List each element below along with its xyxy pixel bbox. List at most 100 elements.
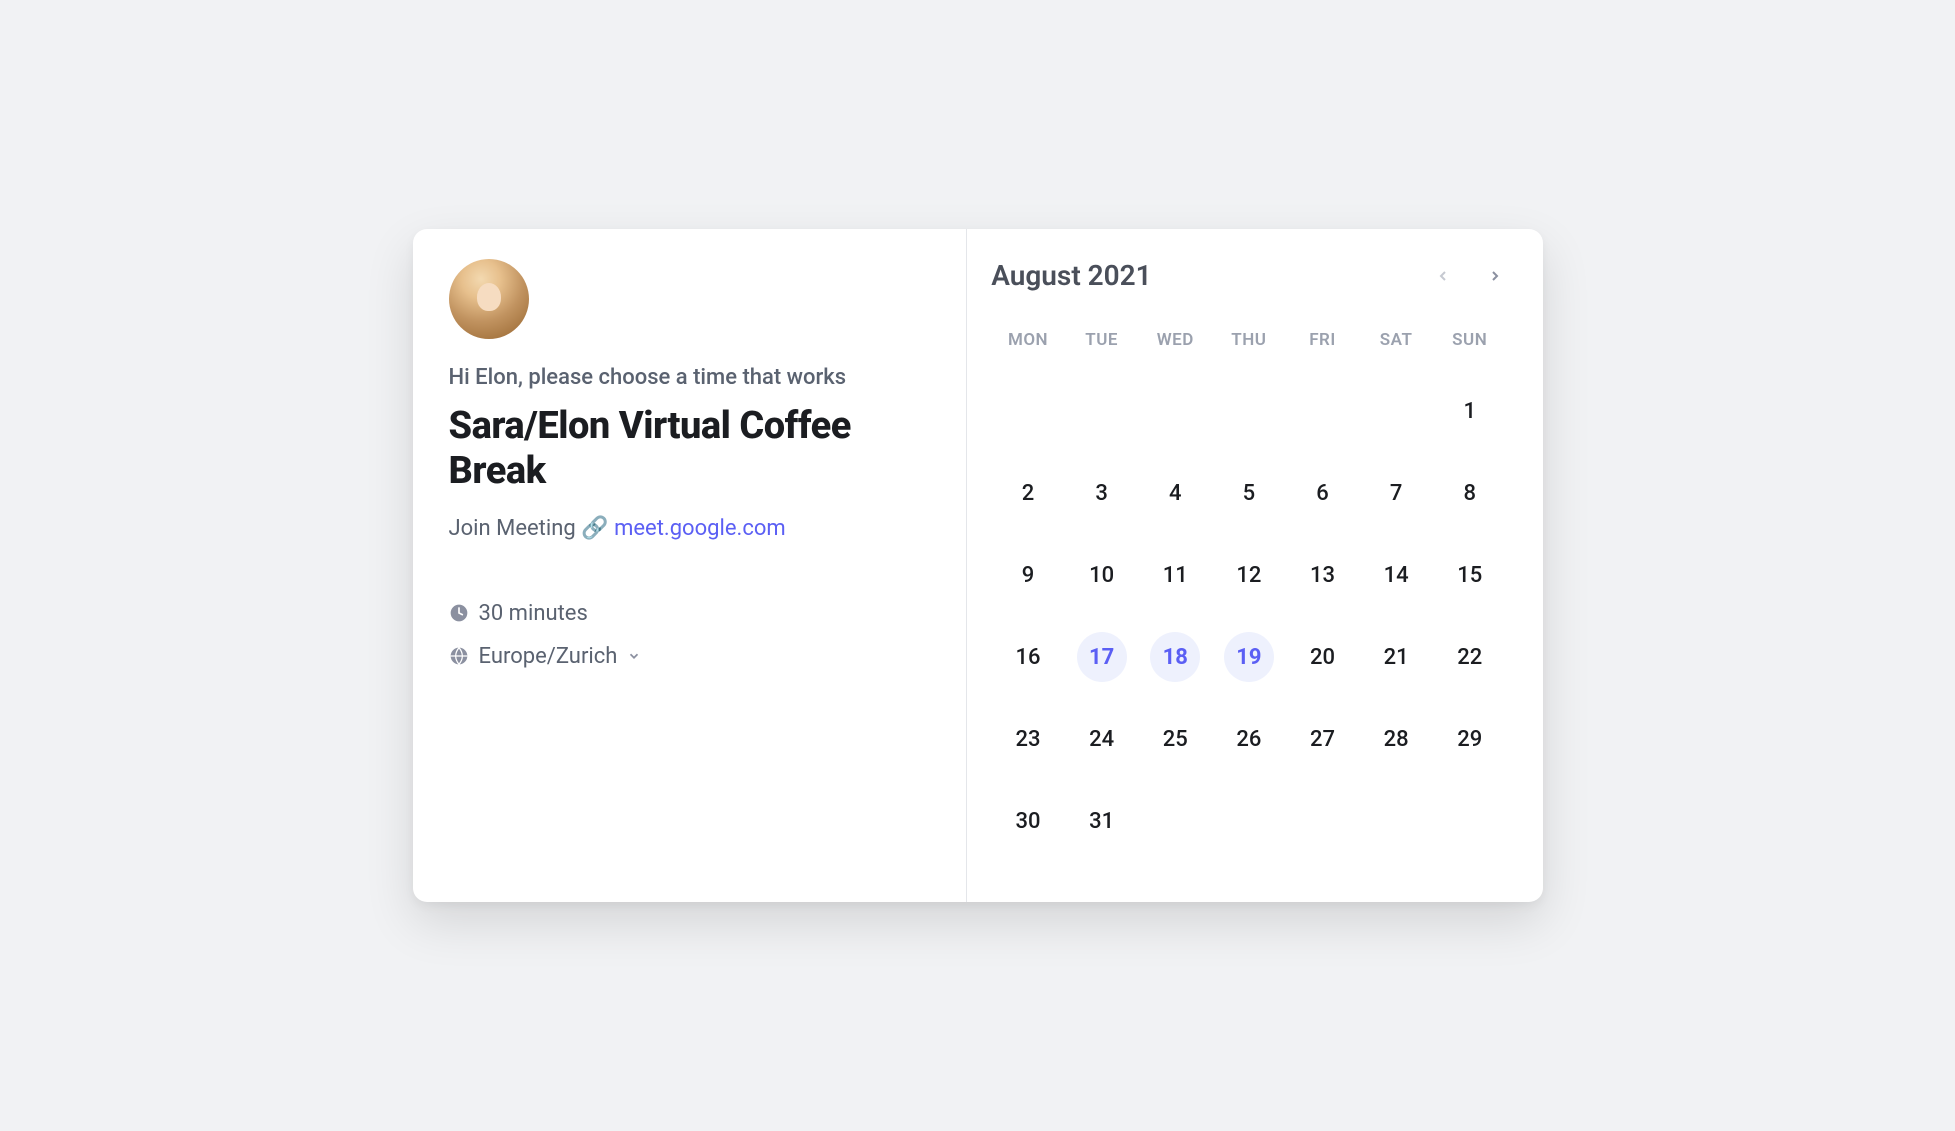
calendar-day-cell: 11 [1138,534,1212,616]
duration-row: 30 minutes [449,601,931,626]
calendar-day-27[interactable]: 27 [1297,714,1347,764]
calendar-week: 1 [991,370,1506,452]
calendar-day-cell: 14 [1359,534,1433,616]
calendar-day-18[interactable]: 18 [1150,632,1200,682]
prev-month-button[interactable] [1431,264,1455,288]
calendar-day-cell: 20 [1286,616,1360,698]
calendar-dow: SAT [1359,320,1433,360]
calendar-day-cell [1065,370,1139,452]
calendar-dow: MON [991,320,1065,360]
timezone-text: Europe/Zurich [479,644,618,669]
calendar-day-20[interactable]: 20 [1297,632,1347,682]
timezone-selector[interactable]: Europe/Zurich [449,644,931,669]
calendar-day-cell: 9 [991,534,1065,616]
calendar-day-cell: 3 [1065,452,1139,534]
calendar-day-10[interactable]: 10 [1077,550,1127,600]
calendar-header: August 2021 [991,259,1506,292]
calendar-day-22[interactable]: 22 [1445,632,1495,682]
calendar-day-cell: 16 [991,616,1065,698]
calendar-day-15[interactable]: 15 [1445,550,1495,600]
calendar-day-11[interactable]: 11 [1150,550,1200,600]
calendar-dow-row: MONTUEWEDTHUFRISATSUN [991,320,1506,360]
calendar-dow: THU [1212,320,1286,360]
calendar-day-26[interactable]: 26 [1224,714,1274,764]
calendar-week: 23 24 25 26 27 28 29 [991,698,1506,780]
calendar-day-8[interactable]: 8 [1445,468,1495,518]
calendar-day-cell: 26 [1212,698,1286,780]
calendar-day-28[interactable]: 28 [1371,714,1421,764]
chevron-left-icon [1435,268,1451,284]
calendar-week: 2345678 [991,452,1506,534]
globe-icon [449,646,469,666]
calendar-day-7[interactable]: 7 [1371,468,1421,518]
calendar-day-cell [1138,370,1212,452]
calendar-month-label: August 2021 [991,259,1151,292]
calendar-day-cell: 5 [1212,452,1286,534]
calendar-day-30[interactable]: 30 [1003,796,1053,846]
calendar-day-cell: 12 [1212,534,1286,616]
calendar-day-6[interactable]: 6 [1297,468,1347,518]
calendar-day-cell: 4 [1138,452,1212,534]
calendar-nav [1431,264,1507,288]
calendar-day-cell: 22 [1433,616,1507,698]
calendar-week: 16 17 18 19 20 21 22 [991,616,1506,698]
calendar-day-25[interactable]: 25 [1150,714,1200,764]
calendar-day-cell: 8 [1433,452,1507,534]
calendar-week: 9 10 11 12 13 14 15 [991,534,1506,616]
calendar-dow: WED [1138,320,1212,360]
calendar-day-cell [1286,370,1360,452]
calendar-day-17[interactable]: 17 [1077,632,1127,682]
meeting-title: Sara/Elon Virtual Coffee Break [449,404,931,494]
calendar-day-cell: 15 [1433,534,1507,616]
calendar-dow: FRI [1286,320,1360,360]
calendar-day-cell [1212,370,1286,452]
link-icon: 🔗 [581,516,608,541]
calendar-day-2[interactable]: 2 [1003,468,1053,518]
calendar-day-cell: 10 [1065,534,1139,616]
calendar-day-cell [1286,780,1360,862]
calendar-day-cell: 28 [1359,698,1433,780]
host-avatar [449,259,529,339]
calendar-day-13[interactable]: 13 [1297,550,1347,600]
calendar-day-12[interactable]: 12 [1224,550,1274,600]
chevron-right-icon [1487,268,1503,284]
calendar-day-4[interactable]: 4 [1150,468,1200,518]
meeting-link[interactable]: meet.google.com [614,516,786,541]
calendar-day-cell [1138,780,1212,862]
join-label: Join Meeting [449,516,576,541]
calendar-day-cell: 23 [991,698,1065,780]
calendar-day-21[interactable]: 21 [1371,632,1421,682]
calendar-day-cell: 19 [1212,616,1286,698]
meeting-details-panel: Hi Elon, please choose a time that works… [413,229,967,902]
calendar-day-cell: 21 [1359,616,1433,698]
calendar-day-cell: 31 [1065,780,1139,862]
calendar-day-cell: 29 [1433,698,1507,780]
calendar-day-cell: 7 [1359,452,1433,534]
calendar-day-14[interactable]: 14 [1371,550,1421,600]
calendar-day-cell: 18 [1138,616,1212,698]
calendar-day-cell [1212,780,1286,862]
calendar-dow: SUN [1433,320,1507,360]
calendar-day-5[interactable]: 5 [1224,468,1274,518]
calendar-day-23[interactable]: 23 [1003,714,1053,764]
calendar-day-cell: 24 [1065,698,1139,780]
calendar-day-29[interactable]: 29 [1445,714,1495,764]
greeting-text: Hi Elon, please choose a time that works [449,365,931,390]
calendar-day-cell [1433,780,1507,862]
clock-icon [449,603,469,623]
calendar-grid: 1234567891011121314151617181920212223242… [991,370,1506,862]
calendar-day-cell [1359,780,1433,862]
next-month-button[interactable] [1483,264,1507,288]
calendar-day-cell [991,370,1065,452]
calendar-day-1[interactable]: 1 [1445,386,1495,436]
calendar-day-19[interactable]: 19 [1224,632,1274,682]
calendar-day-cell: 25 [1138,698,1212,780]
calendar-panel: August 2021 MONTUEWEDTHUFRISATSUN 123456… [966,229,1542,902]
calendar-day-cell: 30 [991,780,1065,862]
calendar-day-31[interactable]: 31 [1077,796,1127,846]
calendar-day-24[interactable]: 24 [1077,714,1127,764]
calendar-day-3[interactable]: 3 [1077,468,1127,518]
calendar-day-9[interactable]: 9 [1003,550,1053,600]
calendar-day-16[interactable]: 16 [1003,632,1053,682]
duration-text: 30 minutes [479,601,588,626]
